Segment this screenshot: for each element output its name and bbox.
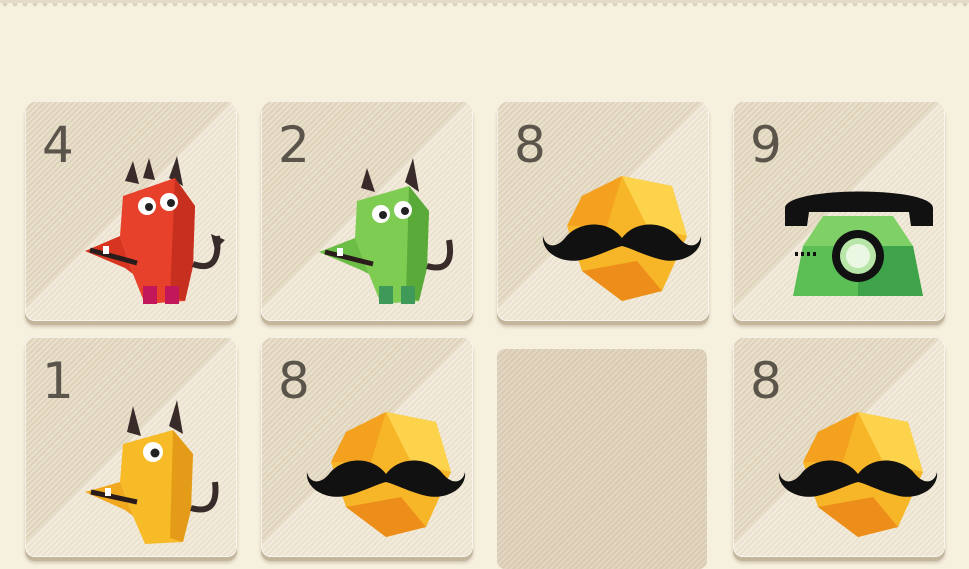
tile[interactable]: 8 xyxy=(497,101,709,321)
tile-cell[interactable]: 1 xyxy=(25,337,237,557)
tile[interactable]: 9 xyxy=(733,101,945,321)
tile[interactable]: 4 xyxy=(25,101,237,321)
tile[interactable]: 8 xyxy=(261,337,473,557)
green-monster-icon xyxy=(319,158,453,304)
tile-cell[interactable]: 9 xyxy=(733,101,945,321)
tile[interactable]: 1 xyxy=(25,337,237,557)
game-board: 4 2 8 9 1 8 8 xyxy=(0,0,969,569)
tile[interactable]: 2 xyxy=(261,101,473,321)
mustache-gem-icon xyxy=(778,412,938,537)
tile-cell[interactable]: 2 xyxy=(261,101,473,321)
yellow-monster-icon xyxy=(85,400,219,544)
tile[interactable]: 8 xyxy=(733,337,945,557)
mustache-gem-icon xyxy=(306,412,466,537)
empty-cell[interactable] xyxy=(497,337,709,569)
green-telephone-icon xyxy=(785,191,933,296)
red-monster-icon xyxy=(85,156,225,304)
tile-cell[interactable]: 4 xyxy=(25,101,237,321)
tile-cell[interactable]: 8 xyxy=(261,337,473,557)
empty-slot[interactable] xyxy=(497,349,707,569)
tile-cell[interactable]: 8 xyxy=(733,337,945,557)
mustache-gem-icon xyxy=(542,176,702,301)
tile-cell[interactable]: 8 xyxy=(497,101,709,321)
